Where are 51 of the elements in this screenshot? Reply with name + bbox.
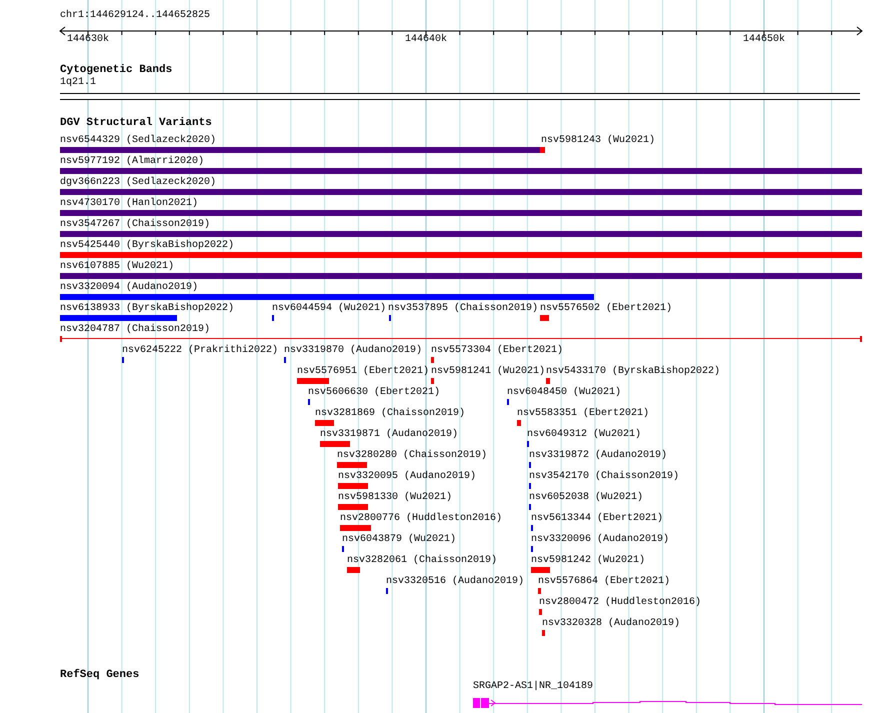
location-label: chr1:144629124..144652825 <box>60 10 210 22</box>
variant-label: nsv5576951 (Ebert2021) <box>297 366 430 378</box>
variant-label: nsv2800472 (Huddleston2016) <box>539 597 702 609</box>
variant-label: nsv5981330 (Wu2021) <box>338 492 452 504</box>
variant-label: nsv5613344 (Ebert2021) <box>531 513 664 525</box>
variant-label: nsv5981242 (Wu2021) <box>531 555 646 567</box>
variant-label: nsv3204787 (Chaisson2019) <box>60 324 210 336</box>
variant-label: nsv3320096 (Audano2019) <box>531 534 670 546</box>
variant-label: nsv3319872 (Audano2019) <box>529 450 668 462</box>
variant-label: nsv3320328 (Audano2019) <box>542 618 680 630</box>
variant-label: nsv3281869 (Chaisson2019) <box>315 408 466 420</box>
variant-label: nsv5425440 (ByrskaBishop2022) <box>60 240 234 252</box>
variant-label: nsv5576864 (Ebert2021) <box>538 576 670 588</box>
variant-label: nsv6245222 (Prakrithi2022) <box>122 345 278 357</box>
variant-label: nsv4730170 (Hanlon2021) <box>60 198 198 210</box>
variant-label: nsv5433170 (ByrskaBishop2022) <box>546 366 720 378</box>
variant-label: nsv5606630 (Ebert2021) <box>308 387 440 399</box>
variant-label: nsv3320095 (Audano2019) <box>338 471 476 483</box>
variant-label: nsv3319871 (Audano2019) <box>320 429 458 441</box>
track-title: RefSeq Genes <box>60 669 140 681</box>
track-title: DGV Structural Variants <box>60 117 212 129</box>
variant-label: nsv3320516 (Audano2019) <box>386 576 524 588</box>
variant-label: nsv6052038 (Wu2021) <box>529 492 644 504</box>
variant-label: dgv366n223 (Sedlazeck2020) <box>60 177 216 189</box>
tick-label: 144650k <box>743 34 786 46</box>
variant-label: nsv5573304 (Ebert2021) <box>431 345 564 357</box>
variant-label: nsv3320094 (Audano2019) <box>60 282 198 294</box>
variant-label: nsv3319870 (Audano2019) <box>284 345 422 357</box>
variant-label: nsv3282061 (Chaisson2019) <box>347 555 498 567</box>
variant-label: nsv2800776 (Huddleston2016) <box>340 513 502 525</box>
variant-label: nsv3537895 (Chaisson2019) <box>388 303 538 315</box>
tick-label: 144640k <box>405 34 448 46</box>
gene-label: SRGAP2-AS1|NR_104189 <box>473 681 594 693</box>
variant-label: nsv3542170 (Chaisson2019) <box>529 471 680 483</box>
variant-label: nsv5981241 (Wu2021) <box>431 366 546 378</box>
variant-label: nsv6138933 (ByrskaBishop2022) <box>60 303 234 315</box>
variant-label: nsv6049312 (Wu2021) <box>527 429 642 441</box>
variant-label: nsv5576502 (Ebert2021) <box>540 303 672 315</box>
band-label: 1q21.1 <box>60 77 96 89</box>
variant-label: nsv3280280 (Chaisson2019) <box>337 450 488 462</box>
variant-label: nsv5583351 (Ebert2021) <box>517 408 650 420</box>
variant-label: nsv6107885 (Wu2021) <box>60 261 174 273</box>
variant-label: nsv6043879 (Wu2021) <box>342 534 456 546</box>
variant-label: nsv5981243 (Wu2021) <box>541 135 656 147</box>
variant-label: nsv6044594 (Wu2021) <box>272 303 386 315</box>
tick-label: 144630k <box>67 34 110 46</box>
variant-label: nsv6048450 (Wu2021) <box>507 387 622 399</box>
variant-label: nsv3547267 (Chaisson2019) <box>60 219 210 231</box>
variant-label: nsv6544329 (Sedlazeck2020) <box>60 135 216 147</box>
variant-label: nsv5977192 (Almarri2020) <box>60 156 204 168</box>
track-title: Cytogenetic Bands <box>60 64 172 76</box>
